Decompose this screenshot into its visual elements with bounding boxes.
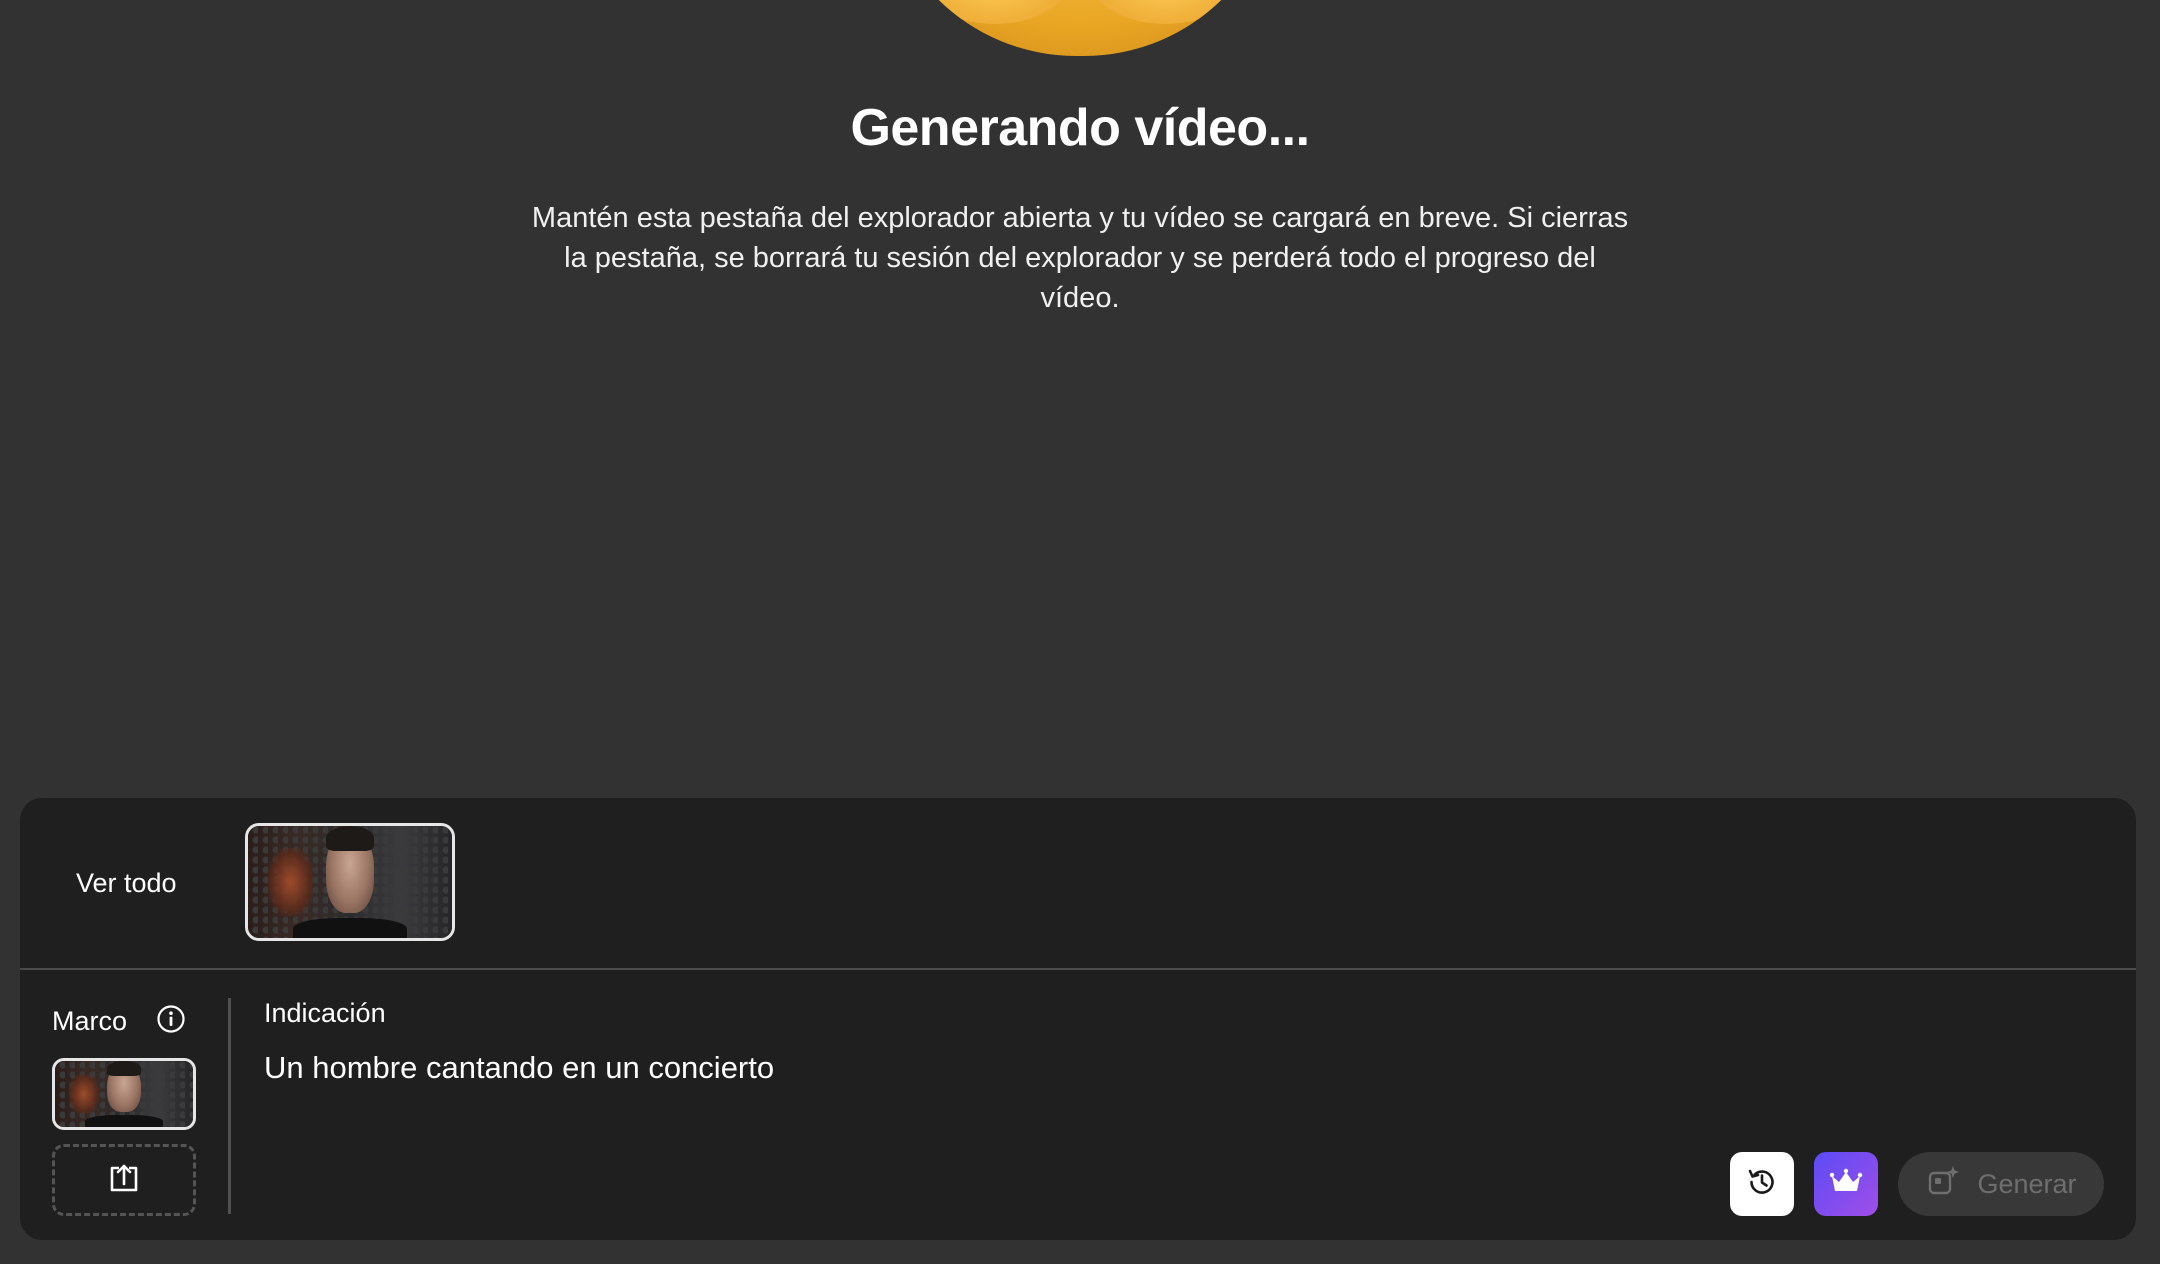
generating-description: Mantén esta pestaña del explorador abier… <box>531 202 1629 314</box>
generate-label: Generar <box>1977 1168 2077 1199</box>
illustration-shape-left <box>920 0 1070 24</box>
frame-column: Marco <box>20 970 228 1240</box>
crown-icon <box>1828 1164 1864 1205</box>
see-all-link[interactable]: Ver todo <box>76 868 177 899</box>
history-row: Ver todo <box>20 798 2136 968</box>
frame-label: Marco <box>52 1006 128 1036</box>
generate-sparkle-icon <box>1925 1163 1961 1206</box>
generating-title: Generando vídeo... <box>850 99 1310 157</box>
history-button[interactable] <box>1730 1152 1794 1216</box>
frame-thumbnail[interactable] <box>52 1058 196 1130</box>
info-icon[interactable] <box>156 1004 186 1034</box>
generation-panel: Ver todo Marco Indicación Un hombre cant… <box>20 798 2136 1240</box>
history-thumbnail[interactable] <box>245 823 455 941</box>
illustration-shape-right <box>1090 0 1240 24</box>
page: Generando vídeo... Mantén esta pestaña d… <box>0 0 2160 1264</box>
upload-frame-button[interactable] <box>52 1144 196 1216</box>
upload-icon <box>106 1160 142 1201</box>
history-icon <box>1744 1164 1780 1205</box>
person-image <box>55 1061 193 1127</box>
prompt-label: Indicación <box>264 998 386 1028</box>
premium-button[interactable] <box>1814 1152 1878 1216</box>
person-image <box>248 826 452 938</box>
generate-button[interactable]: Generar <box>1898 1152 2104 1216</box>
loading-illustration <box>880 0 1280 56</box>
prompt-input[interactable]: Un hombre cantando en un concierto <box>264 1050 1664 1086</box>
panel-divider <box>20 968 2136 970</box>
column-divider <box>228 998 231 1214</box>
